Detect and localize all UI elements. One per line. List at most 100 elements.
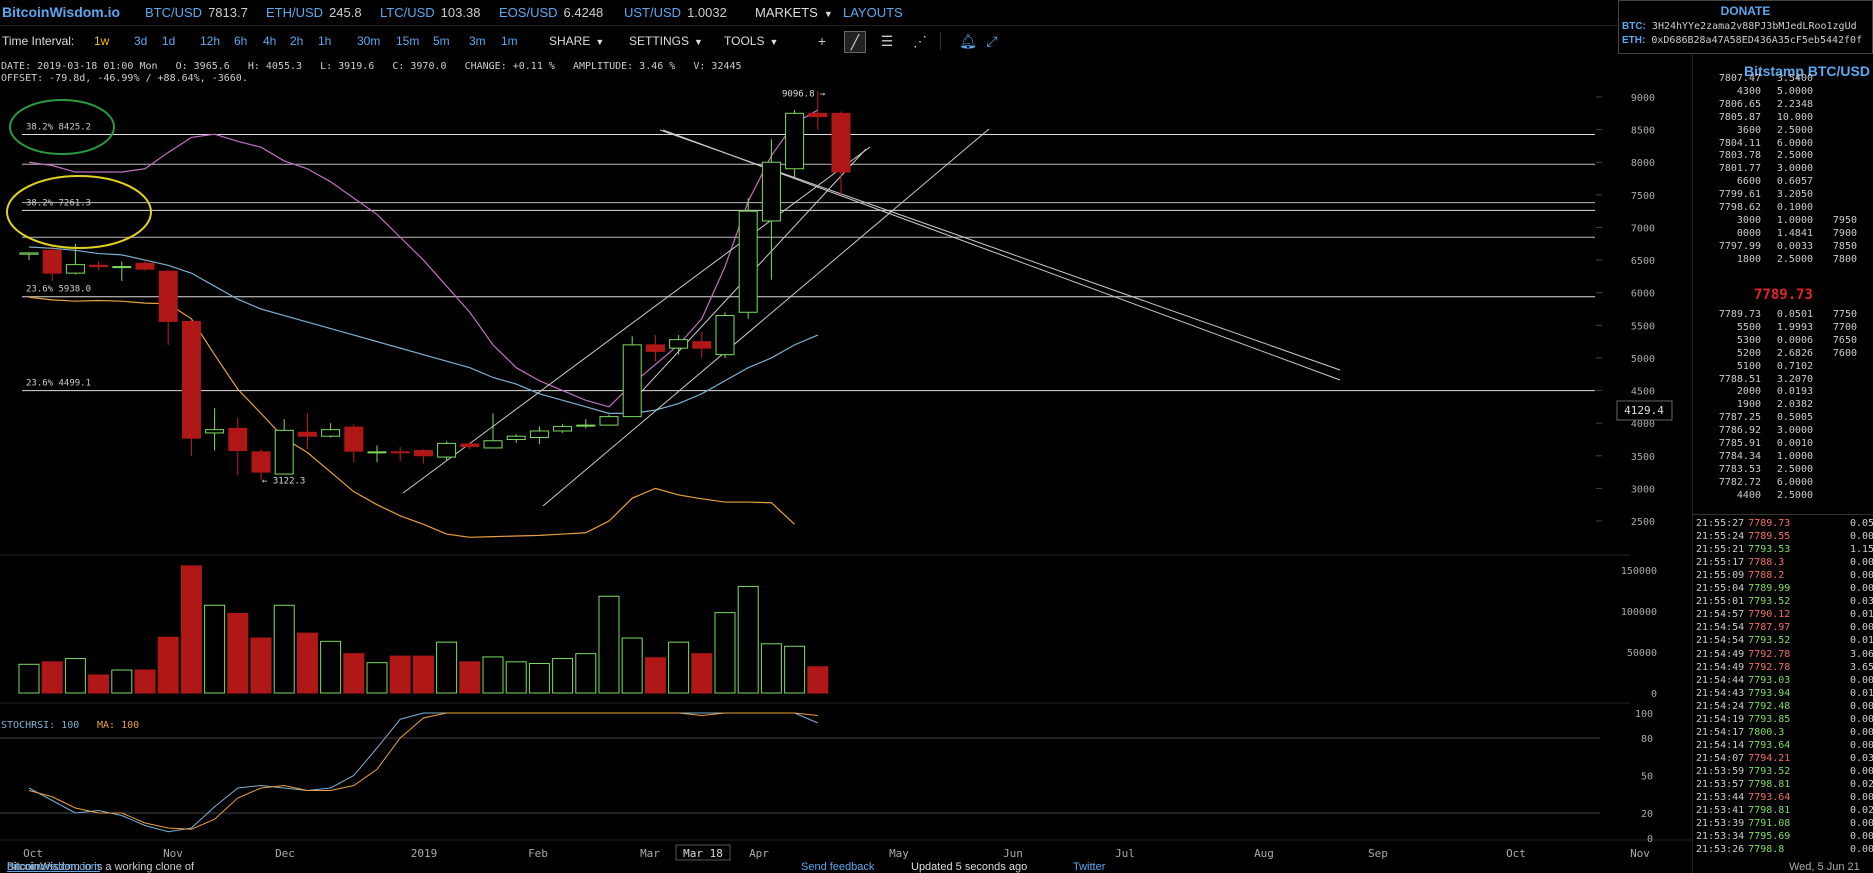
candle-up[interactable] <box>65 264 85 274</box>
candle-up[interactable] <box>669 339 689 349</box>
interval-2h[interactable]: 2h <box>290 34 303 48</box>
candle-down[interactable] <box>831 112 851 173</box>
share-menu[interactable]: SHARE ▼ <box>549 34 604 48</box>
eth-address[interactable]: ETH: 0xD686B28a47A58ED436A35cF5eb5442f0f <box>1622 35 1872 46</box>
twitter-link[interactable]: Twitter <box>1073 861 1105 873</box>
interval-1m[interactable]: 1m <box>501 34 518 48</box>
candle-down[interactable] <box>460 443 480 448</box>
candle-up[interactable] <box>367 451 387 454</box>
brand-logo[interactable]: BitcoinWisdom.io <box>2 4 120 20</box>
tools-menu[interactable]: TOOLS ▼ <box>724 34 778 48</box>
settings-menu[interactable]: SETTINGS ▼ <box>629 34 703 48</box>
candle-down[interactable] <box>390 451 410 454</box>
interval-3m[interactable]: 3m <box>469 34 486 48</box>
candle-up[interactable] <box>437 442 457 458</box>
candle-down[interactable] <box>645 344 665 352</box>
last-price: 7789.73 <box>1753 287 1813 303</box>
ticker-item[interactable]: ETH/USD 245.8 <box>266 5 362 20</box>
trade-amount: 0.00 <box>1850 713 1873 725</box>
interval-1d[interactable]: 1d <box>162 34 175 48</box>
interval-12h[interactable]: 12h <box>200 34 220 48</box>
candle-down[interactable] <box>297 431 317 437</box>
depth-level: 7600 <box>1832 347 1857 359</box>
candle-up[interactable] <box>506 435 526 440</box>
volume-axis-label: 0 <box>1651 689 1657 700</box>
trade-amount: 0.01 <box>1850 609 1873 621</box>
candle-up[interactable] <box>715 315 735 356</box>
candle-down[interactable] <box>181 320 201 439</box>
candle-up[interactable] <box>529 430 549 439</box>
trade-amount: 0.00 <box>1850 622 1873 634</box>
orderbook-row: 7798.62 0.1000 <box>1695 202 1813 215</box>
volume-bar <box>482 656 504 694</box>
interval-30m[interactable]: 30m <box>357 34 380 48</box>
candle-up[interactable] <box>622 344 642 418</box>
candle-down[interactable] <box>808 112 828 118</box>
candle-down[interactable] <box>42 249 62 274</box>
fullscreen-icon[interactable]: ⤢ <box>982 31 1002 51</box>
trade-time: 21:54:24 <box>1696 700 1745 712</box>
candle-down[interactable] <box>344 426 364 452</box>
interval-1w[interactable]: 1w <box>94 34 109 48</box>
price-axis-label: 2500 <box>1631 517 1655 528</box>
candle-up[interactable] <box>785 112 805 170</box>
candle-up[interactable] <box>205 429 225 434</box>
ticker-item[interactable]: LTC/USD 103.38 <box>380 5 480 20</box>
candle-down[interactable] <box>135 262 155 270</box>
candle-up[interactable] <box>321 429 341 437</box>
orderbook-row: 5300 0.0006 7650 <box>1695 335 1857 348</box>
trendline-icon[interactable]: ╱ <box>844 31 866 53</box>
trade-row: 21:55:24 7789.55 0.00 <box>1696 531 1873 544</box>
orderbook-row: 1900 2.0382 <box>1695 399 1813 412</box>
candle-down[interactable] <box>692 341 712 349</box>
candle-up[interactable] <box>553 425 573 432</box>
interval-1h[interactable]: 1h <box>318 34 331 48</box>
order-amount: 2.5000 <box>1776 124 1813 136</box>
trade-time: 21:53:41 <box>1696 805 1745 817</box>
interval-6h[interactable]: 6h <box>234 34 247 48</box>
interval-4h[interactable]: 4h <box>263 34 276 48</box>
btc-address[interactable]: BTC: 3H24hYYe2zama2v88PJ3bMJedLRoo1zgUd <box>1622 21 1872 32</box>
candle-up[interactable] <box>576 424 596 427</box>
layouts-link[interactable]: LAYOUTS <box>843 5 903 20</box>
interval-15m[interactable]: 15m <box>396 34 419 48</box>
candle-down[interactable] <box>413 450 433 457</box>
trade-price: 7790.12 <box>1748 609 1791 621</box>
send-feedback-link[interactable]: Send feedback <box>801 861 874 873</box>
candle-up[interactable] <box>19 252 39 255</box>
bell-icon[interactable]: 🔔︎ <box>958 31 978 51</box>
depth-level: 7650 <box>1832 334 1857 346</box>
orderbook-row: 7786.92 3.0000 <box>1695 425 1813 438</box>
time-axis-label: Oct <box>23 847 43 860</box>
order-price: 1900 <box>1736 399 1761 411</box>
candle-up[interactable] <box>738 210 758 313</box>
interval-5m[interactable]: 5m <box>433 34 450 48</box>
ticker-item[interactable]: EOS/USD 6.4248 <box>499 5 603 20</box>
clone-link[interactable]: bitcoinwisdom.com <box>7 861 100 873</box>
cursor-price-label: 4129.4 <box>1624 404 1664 417</box>
candle-up[interactable] <box>761 161 781 222</box>
candle-down[interactable] <box>89 264 109 268</box>
horizontal-lines-icon[interactable]: ☰ <box>877 31 897 51</box>
crosshair-icon[interactable]: + <box>812 31 832 51</box>
fib-fan-icon[interactable]: ⋰ <box>910 31 930 51</box>
candle-up[interactable] <box>483 440 503 449</box>
candle-up[interactable] <box>112 266 132 269</box>
stochrsi-label: STOCHRSI: 100 <box>1 720 79 731</box>
trade-amount: 0.00 <box>1850 674 1873 686</box>
ticker-item[interactable]: UST/USD 1.0032 <box>624 5 727 20</box>
candle-down[interactable] <box>158 270 178 322</box>
volume-bar <box>366 662 388 694</box>
ticker-item[interactable]: BTC/USD 7813.7 <box>145 5 248 20</box>
trade-row: 21:53:41 7798.81 0.02 <box>1696 805 1873 818</box>
candle-up[interactable] <box>274 429 294 475</box>
candle-up[interactable] <box>599 416 619 426</box>
trade-price: 7800.3 <box>1748 726 1785 738</box>
trade-amount: 0.00 <box>1850 557 1873 569</box>
interval-3d[interactable]: 3d <box>134 34 147 48</box>
price-chart[interactable]: 9000850080007500700065006000550050004500… <box>0 54 1692 861</box>
time-axis-label: Apr <box>749 847 769 860</box>
markets-menu[interactable]: MARKETS ▼ <box>755 5 833 20</box>
candle-down[interactable] <box>228 427 248 452</box>
candle-down[interactable] <box>251 451 271 473</box>
